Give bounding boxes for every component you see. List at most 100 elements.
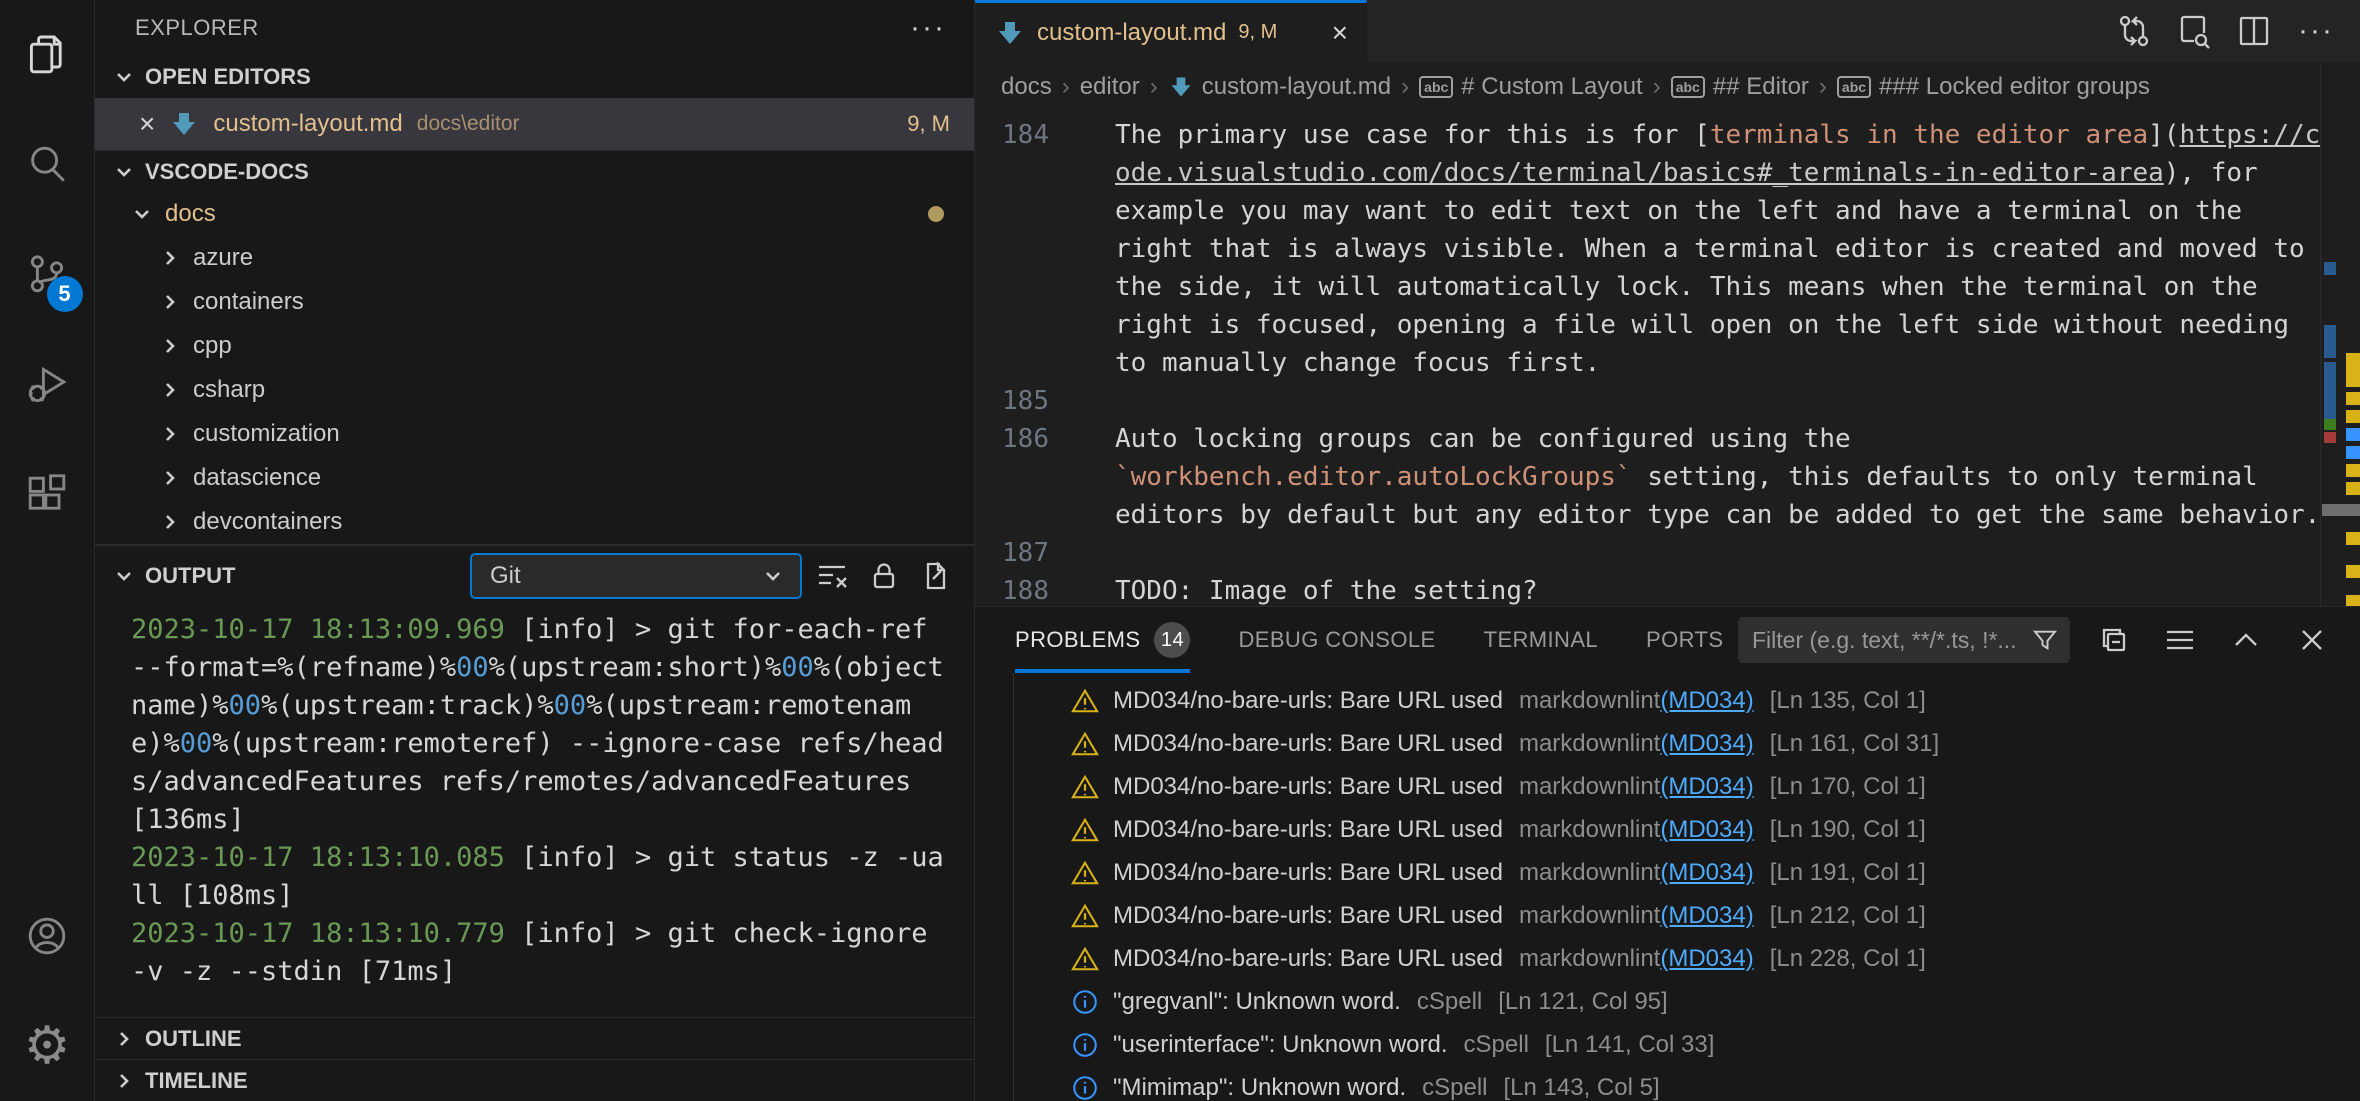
problem-row[interactable]: MD034/no-bare-urls: Bare URL usedmarkdow… xyxy=(975,808,2360,851)
maximize-panel-icon[interactable] xyxy=(2224,618,2268,662)
problem-message: MD034/no-bare-urls: Bare URL used xyxy=(1113,730,1503,758)
problem-row[interactable]: "Mimimap": Unknown word.cSpell[Ln 143, C… xyxy=(975,1066,2360,1101)
line-number: 187 xyxy=(975,534,1115,572)
problem-row[interactable]: MD034/no-bare-urls: Bare URL usedmarkdow… xyxy=(975,851,2360,894)
search-icon[interactable] xyxy=(0,110,95,220)
run-and-debug-icon[interactable] xyxy=(0,330,95,440)
outline-section-header[interactable]: OUTLINE xyxy=(95,1017,974,1059)
output-channel-select[interactable]: Git xyxy=(470,553,802,599)
problem-source: markdownlint xyxy=(1519,902,1660,930)
tree-item-devcontainers[interactable]: devcontainers xyxy=(95,500,974,544)
chevron-down-icon xyxy=(129,201,155,227)
settings-gear-icon[interactable]: ⚙ xyxy=(0,991,95,1101)
problem-code-link[interactable]: (MD034) xyxy=(1660,730,1753,758)
problem-row[interactable]: "gregvanl": Unknown word.cSpell[Ln 121, … xyxy=(975,980,2360,1023)
problem-location: [Ln 190, Col 1] xyxy=(1770,816,1926,844)
lock-scrolling-icon[interactable] xyxy=(862,554,906,598)
problem-source: markdownlint xyxy=(1519,945,1660,973)
breadcrumb-separator: › xyxy=(1653,73,1661,101)
problem-code-link[interactable]: (MD034) xyxy=(1660,773,1753,801)
explorer-icon[interactable] xyxy=(0,0,95,110)
overview-ruler[interactable] xyxy=(2320,62,2360,606)
breadcrumb-item[interactable]: editor xyxy=(1080,73,1140,101)
panel-tab-ports[interactable]: PORTS xyxy=(1646,607,1723,673)
problem-code-link[interactable]: (MD034) xyxy=(1660,902,1753,930)
problem-code-link[interactable]: (MD034) xyxy=(1660,945,1753,973)
close-editor-icon[interactable]: × xyxy=(139,108,155,140)
tree-item-azure[interactable]: azure xyxy=(95,236,974,280)
split-editor-icon[interactable] xyxy=(2232,9,2276,53)
filter-input[interactable] xyxy=(1752,627,2030,654)
breadcrumb-item[interactable]: custom-layout.md xyxy=(1168,73,1391,101)
editor-line-186[interactable]: 186Auto locking groups can be configured… xyxy=(975,420,2360,534)
panel-tab-terminal[interactable]: TERMINAL xyxy=(1484,607,1598,673)
indent-guide xyxy=(1013,673,1014,1101)
close-tab-icon[interactable]: × xyxy=(1332,17,1348,49)
close-panel-icon[interactable] xyxy=(2290,618,2334,662)
tree-item-customization[interactable]: customization xyxy=(95,412,974,456)
log-line: 2023-10-17 18:13:09.969 [info] > git for… xyxy=(131,611,960,839)
open-editor-item[interactable]: × custom-layout.md docs\editor 9, M xyxy=(95,98,974,150)
scrollbar-thumb[interactable] xyxy=(2322,504,2360,516)
tree-item-csharp[interactable]: csharp xyxy=(95,368,974,412)
collapse-all-icon[interactable] xyxy=(2092,618,2136,662)
chevron-down-icon xyxy=(111,64,137,90)
markdown-file-icon xyxy=(169,109,199,139)
problem-row[interactable]: MD034/no-bare-urls: Bare URL usedmarkdow… xyxy=(975,894,2360,937)
panel-tab-problems[interactable]: PROBLEMS14 xyxy=(1015,607,1190,673)
problem-code-link[interactable]: (MD034) xyxy=(1660,859,1753,887)
panel-tab-debug-console[interactable]: DEBUG CONSOLE xyxy=(1238,607,1435,673)
open-editors-header[interactable]: OPEN EDITORS xyxy=(95,56,974,98)
sidebar-title-row: EXPLORER ··· xyxy=(95,0,974,56)
view-menu-icon[interactable] xyxy=(2158,618,2202,662)
tree-item-datascience[interactable]: datascience xyxy=(95,456,974,500)
open-changes-icon[interactable] xyxy=(2112,9,2156,53)
breadcrumbs: docs›editor›custom-layout.md›abc# Custom… xyxy=(975,62,2360,112)
editor-line-188[interactable]: 188TODO: Image of the setting? xyxy=(975,572,2360,606)
editor-line-187[interactable]: 187 xyxy=(975,534,2360,572)
log-line: 2023-10-17 18:13:10.085 [info] > git sta… xyxy=(131,839,960,915)
problem-message: "Mimimap": Unknown word. xyxy=(1113,1074,1406,1101)
chevron-down-icon[interactable] xyxy=(111,563,137,589)
extensions-icon[interactable] xyxy=(0,440,95,550)
tab-custom-layout[interactable]: custom-layout.md 9, M × xyxy=(975,0,1367,62)
breadcrumb-item[interactable]: abc## Editor xyxy=(1671,73,1809,101)
problem-row[interactable]: MD034/no-bare-urls: Bare URL usedmarkdow… xyxy=(975,937,2360,980)
problems-filter[interactable] xyxy=(1738,617,2070,663)
output-label[interactable]: OUTPUT xyxy=(145,563,235,589)
problem-source: markdownlint xyxy=(1519,859,1660,887)
editor-actions: ··· xyxy=(2112,0,2360,62)
problem-location: [Ln 161, Col 31] xyxy=(1770,730,1939,758)
open-output-in-editor-icon[interactable] xyxy=(914,554,958,598)
info-icon xyxy=(1071,1031,1099,1059)
source-control-icon[interactable]: 5 xyxy=(0,220,95,330)
breadcrumb-item[interactable]: abc# Custom Layout xyxy=(1419,73,1643,101)
editor-line-184[interactable]: 184The primary use case for this is for … xyxy=(975,116,2360,382)
breadcrumb-item[interactable]: docs xyxy=(1001,73,1052,101)
open-preview-icon[interactable] xyxy=(2172,9,2216,53)
problem-message: MD034/no-bare-urls: Bare URL used xyxy=(1113,816,1503,844)
open-editor-badge: 9, M xyxy=(907,111,950,137)
editor-content[interactable]: 184The primary use case for this is for … xyxy=(975,112,2360,606)
workspace-section-header[interactable]: VSCODE-DOCS xyxy=(95,150,974,192)
breadcrumb-item[interactable]: abc### Locked editor groups xyxy=(1837,73,2150,101)
accounts-icon[interactable] xyxy=(0,881,95,991)
problem-source: markdownlint xyxy=(1519,773,1660,801)
problem-code-link[interactable]: (MD034) xyxy=(1660,816,1753,844)
problem-row[interactable]: MD034/no-bare-urls: Bare URL usedmarkdow… xyxy=(975,765,2360,808)
tree-item-cpp[interactable]: cpp xyxy=(95,324,974,368)
problem-row[interactable]: "userinterface": Unknown word.cSpell[Ln … xyxy=(975,1023,2360,1066)
clear-output-icon[interactable] xyxy=(810,554,854,598)
tree-item-docs[interactable]: docs xyxy=(95,192,974,236)
editor-more-actions-icon[interactable]: ··· xyxy=(2292,14,2340,48)
open-editor-description: docs\editor xyxy=(417,112,520,136)
tree-item-containers[interactable]: containers xyxy=(95,280,974,324)
problem-code-link[interactable]: (MD034) xyxy=(1660,687,1753,715)
markdown-file-icon xyxy=(1168,74,1194,100)
sidebar-more-actions-icon[interactable]: ··· xyxy=(910,11,946,45)
problem-row[interactable]: MD034/no-bare-urls: Bare URL usedmarkdow… xyxy=(975,722,2360,765)
chevron-down-icon xyxy=(111,159,137,185)
problem-row[interactable]: MD034/no-bare-urls: Bare URL usedmarkdow… xyxy=(975,679,2360,722)
editor-line-185[interactable]: 185 xyxy=(975,382,2360,420)
timeline-section-header[interactable]: TIMELINE xyxy=(95,1059,974,1101)
